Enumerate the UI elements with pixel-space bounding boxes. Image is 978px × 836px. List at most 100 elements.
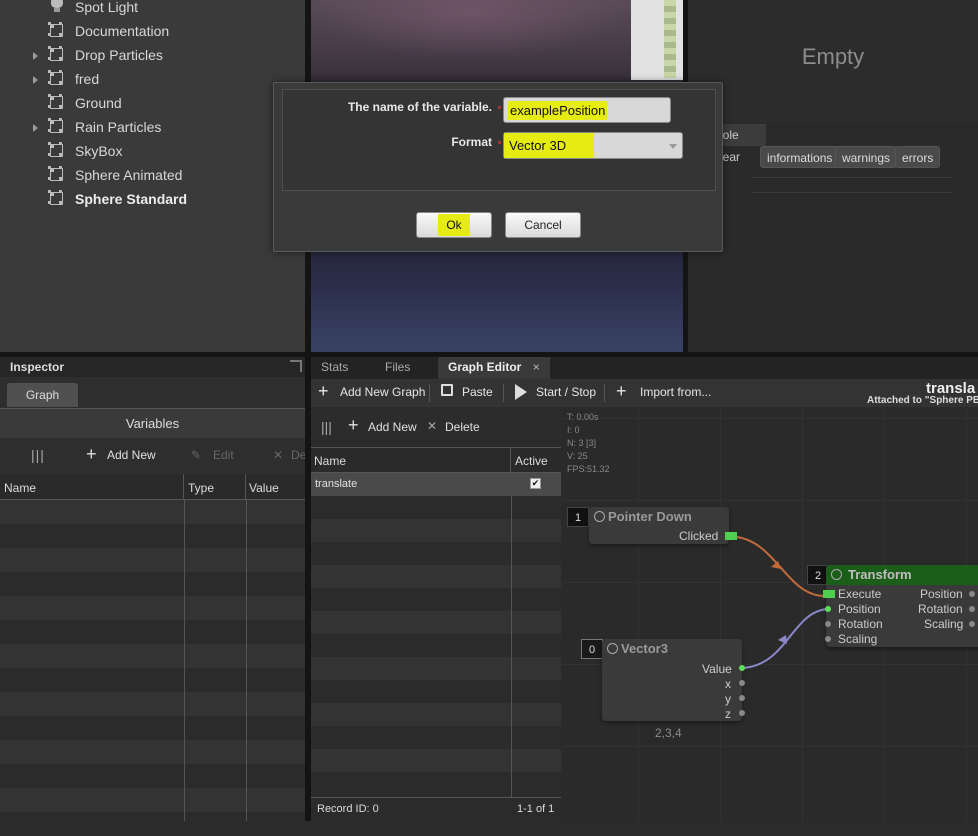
empty-row	[311, 657, 561, 681]
graph-rows	[311, 473, 561, 797]
delete-graph-button[interactable]: Delete	[445, 420, 480, 434]
graph-attached-to: Attached to "Sphere PB	[867, 395, 978, 406]
empty-row	[0, 644, 305, 668]
output-port[interactable]	[739, 710, 745, 716]
tree-item-ground[interactable]: Ground	[0, 92, 305, 116]
breakpoint-circle-icon[interactable]	[607, 643, 618, 654]
output-port[interactable]	[969, 606, 975, 612]
close-icon: ✕	[273, 448, 284, 462]
output-port[interactable]	[969, 621, 975, 627]
scene-tree-panel: Spot Light Documentation Drop Particles …	[0, 0, 305, 352]
edit-variable-button[interactable]: Edit	[213, 448, 234, 462]
node-titlebar[interactable]: Transform	[826, 565, 978, 585]
ok-button[interactable]: Ok	[416, 212, 492, 238]
empty-row	[311, 703, 561, 727]
breakpoint-circle-icon[interactable]	[594, 511, 605, 522]
mesh-box-icon	[48, 190, 63, 205]
active-checkbox[interactable]: ✔	[530, 478, 541, 489]
ok-button-label: Ok	[438, 214, 470, 236]
output-port[interactable]	[739, 695, 745, 701]
tree-item-label: Ground	[75, 95, 122, 111]
tree-item-documentation[interactable]: Documentation	[0, 20, 305, 44]
expand-arrow-icon[interactable]	[33, 76, 38, 84]
tree-item-sphere-standard[interactable]: Sphere Standard	[0, 188, 305, 212]
output-port[interactable]	[739, 680, 745, 686]
empty-row	[0, 740, 305, 764]
tab-stats[interactable]: Stats	[321, 357, 348, 379]
cancel-button[interactable]: Cancel	[505, 212, 581, 238]
import-from-button[interactable]: Import from...	[640, 385, 711, 399]
column-divider	[246, 500, 247, 821]
clear-button[interactable]: lear	[720, 150, 740, 164]
link-arrow-icon	[778, 635, 787, 644]
input-port[interactable]	[825, 621, 831, 627]
mesh-box-icon	[48, 46, 63, 61]
column-header-type[interactable]: Type	[184, 474, 246, 500]
variable-name-value: examplePosition	[508, 101, 608, 120]
tree-item-fred[interactable]: fred	[0, 68, 305, 92]
output-port[interactable]	[739, 665, 745, 671]
empty-row	[311, 565, 561, 589]
empty-row	[311, 611, 561, 635]
column-header-active[interactable]: Active	[511, 447, 561, 473]
tab-graph-editor[interactable]: Graph Editor ×	[438, 357, 550, 379]
filter-informations-button[interactable]: informations	[760, 146, 840, 168]
tree-item-sphere-animated[interactable]: Sphere Animated	[0, 164, 305, 188]
filter-warnings-button[interactable]: warnings	[835, 146, 898, 168]
start-stop-button[interactable]: Start / Stop	[536, 385, 596, 399]
node-titlebar[interactable]: Vector3	[602, 639, 742, 659]
vector3-value-caption: 2,3,4	[655, 726, 682, 740]
format-label: Format	[451, 135, 492, 149]
tree-item-drop-particles[interactable]: Drop Particles	[0, 44, 305, 68]
columns-icon[interactable]: |||	[31, 447, 45, 463]
paste-button[interactable]: Paste	[462, 385, 493, 399]
execute-input-port[interactable]	[823, 590, 835, 598]
add-graph-button[interactable]: Add New	[368, 420, 417, 434]
column-header-name[interactable]: Name	[311, 447, 511, 473]
variable-name-label: The name of the variable.	[347, 100, 492, 114]
column-label: Active	[515, 454, 548, 468]
output-port[interactable]	[969, 591, 975, 597]
transform-node[interactable]: Transform Execute Position Rotation Scal…	[823, 565, 978, 647]
output-port-label: Position	[920, 587, 963, 601]
execute-output-port[interactable]	[725, 532, 737, 540]
close-icon[interactable]: ×	[533, 360, 540, 374]
column-header-value[interactable]: Value	[246, 474, 305, 500]
vector3-node[interactable]: Vector3 Value x y z	[602, 639, 745, 721]
record-id: Record ID: 0	[317, 803, 379, 815]
pointer-down-node[interactable]: Pointer Down Clicked	[589, 507, 737, 544]
input-port-label: Rotation	[838, 617, 883, 631]
expand-arrow-icon[interactable]	[33, 52, 38, 60]
column-header-name[interactable]: Name	[0, 474, 184, 500]
columns-icon[interactable]: |||	[321, 419, 332, 435]
node-id-badge: 0	[581, 639, 603, 659]
format-select[interactable]: Vector 3D	[503, 132, 683, 159]
tab-files[interactable]: Files	[385, 357, 410, 379]
divider	[604, 384, 605, 402]
expand-arrow-icon[interactable]	[33, 124, 38, 132]
add-new-graph-button[interactable]: Add New Graph	[340, 385, 425, 399]
console-log-area	[752, 177, 952, 193]
node-titlebar[interactable]: Pointer Down	[589, 507, 729, 527]
empty-row	[0, 596, 305, 620]
breakpoint-circle-icon[interactable]	[831, 569, 842, 580]
variable-name-input[interactable]: examplePosition	[503, 97, 671, 123]
graph-row-name: translate	[315, 478, 358, 490]
graph-row[interactable]: translate ✔	[311, 473, 561, 496]
create-variable-dialog: The name of the variable. examplePositio…	[273, 82, 723, 252]
tree-item-skybox[interactable]: SkyBox	[0, 140, 305, 164]
plus-icon: +	[318, 381, 329, 401]
expand-icon[interactable]	[290, 360, 302, 372]
add-variable-button[interactable]: Add New	[107, 448, 156, 462]
save-icon	[441, 384, 453, 396]
tree-item-spot-light[interactable]: Spot Light	[0, 0, 305, 20]
tab-graph[interactable]: Graph	[7, 383, 78, 407]
output-port-label: Scaling	[924, 617, 964, 631]
empty-row	[0, 572, 305, 596]
input-port[interactable]	[825, 606, 831, 612]
empty-row	[311, 542, 561, 566]
tree-item-rain-particles[interactable]: Rain Particles	[0, 116, 305, 140]
input-port[interactable]	[825, 636, 831, 642]
filter-errors-button[interactable]: errors	[895, 146, 941, 168]
empty-row	[311, 496, 561, 520]
